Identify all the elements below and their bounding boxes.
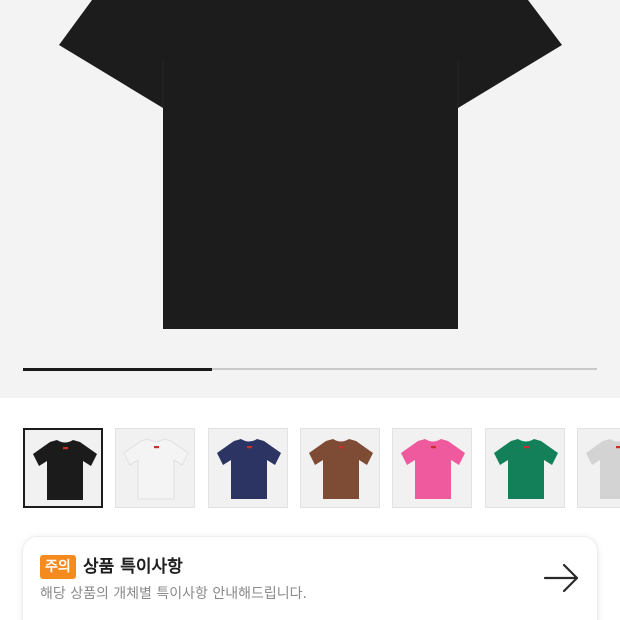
tshirt-icon [401, 439, 466, 499]
white-tshirt-thumbnail[interactable] [115, 428, 196, 508]
tshirt-icon [33, 440, 97, 500]
product-image-carousel[interactable] [0, 0, 620, 398]
tshirt-icon [493, 439, 558, 499]
tshirt-icon [308, 439, 373, 499]
grey-tshirt-thumbnail[interactable] [576, 428, 620, 508]
carousel-progress-track [23, 367, 597, 371]
pink-tshirt-thumbnail[interactable] [392, 428, 473, 508]
navy-tshirt-thumbnail[interactable] [207, 428, 288, 508]
arrow-right-icon[interactable] [543, 563, 581, 593]
color-variant-thumbnails [23, 428, 620, 508]
notice-title: 상품 특이사항 [83, 557, 183, 577]
tshirt-icon [216, 439, 281, 499]
carousel-progress-indicator [23, 367, 213, 371]
black-tshirt-image [59, 0, 562, 329]
green-tshirt-thumbnail[interactable] [484, 428, 565, 508]
brown-tshirt-thumbnail[interactable] [299, 428, 380, 508]
tshirt-icon [123, 438, 189, 500]
caution-badge: 주의 [40, 555, 76, 579]
notice-description: 해당 상품의 개체별 특이사항 안내해드립니다. [40, 586, 307, 602]
black-tshirt-thumbnail[interactable] [23, 428, 103, 508]
product-notice-card[interactable]: 주의 상품 특이사항 해당 상품의 개체별 특이사항 안내해드립니다. [23, 537, 597, 620]
tshirt-icon [585, 439, 620, 499]
